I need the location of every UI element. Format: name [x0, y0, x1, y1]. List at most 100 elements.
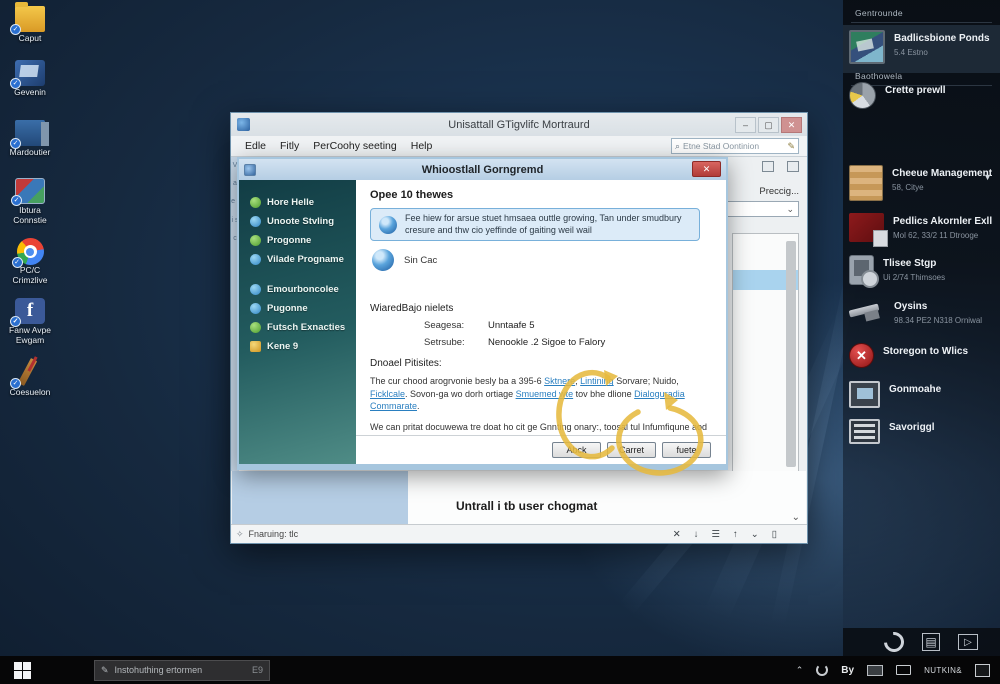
detail-row: Seagesa: Unntaafe 5	[370, 320, 712, 331]
bottom-text: Untrall i tb user chogmat	[456, 499, 597, 513]
nav-item[interactable]: Emourboncolee	[239, 280, 356, 299]
chrome-icon: ✓	[17, 238, 44, 265]
detail-value: Unntaafe 5	[488, 320, 534, 331]
desktop-icon-chrome[interactable]: ✓ PC/C Crimzlive	[2, 238, 58, 286]
chevron-down-icon: ⌄	[786, 204, 794, 215]
desktop-icon-caput[interactable]: ✓ Caput	[2, 6, 58, 44]
bottom-side-panel	[232, 471, 408, 525]
back-button[interactable]: Abck	[552, 442, 601, 458]
grid-icon[interactable]: ▤	[922, 633, 940, 651]
dialog-titlebar[interactable]: Whioostlall Gorngremd ✕	[239, 159, 726, 180]
check-badge-icon: ✓	[11, 195, 22, 206]
desktop-icon-label: Gevenin	[2, 88, 58, 98]
bullet-icon	[250, 235, 261, 246]
chevron-down-icon[interactable]: ▼	[983, 172, 992, 182]
detail-row: Setrsube: Nenookle .2 Sigoe to Falory	[370, 337, 712, 348]
sidebar-item-gonmoahe[interactable]: Gonmoahe	[843, 376, 1000, 410]
maximize-button[interactable]: ▢	[758, 117, 779, 133]
next-button[interactable]: fuete	[662, 442, 711, 458]
detail-value: Nenookle .2 Sigoe to Falory	[488, 337, 605, 348]
bullet-icon	[250, 322, 261, 333]
frame-icon[interactable]: ▯	[772, 529, 777, 540]
status-bar: ✧ Fnaruing: tlc ✕ ↓ ☰ ↑ ⌄ ▯	[231, 524, 807, 543]
close-small-icon[interactable]: ✕	[673, 529, 681, 540]
nav-item[interactable]: Hore Helle	[239, 193, 356, 212]
window-search-input[interactable]: ⌕ Etne Stad Oontinion ✎	[671, 138, 799, 154]
notification-icon[interactable]	[975, 664, 990, 677]
arrow-down-icon[interactable]: ↓	[694, 529, 699, 540]
nav-item[interactable]: Vilade Progname	[239, 250, 356, 269]
sync-icon[interactable]	[880, 628, 908, 656]
sidebar-item-savoriggl[interactable]: Savoriggl	[843, 414, 1000, 446]
section-heading: Dnoael Pitisites:	[370, 358, 712, 369]
desktop-icon-label: Caput	[2, 34, 58, 44]
list-icon[interactable]: ☰	[712, 529, 721, 540]
start-button[interactable]	[0, 656, 44, 684]
status-text: Fnaruing: tlc	[249, 529, 299, 539]
cancel-button[interactable]: Carret	[607, 442, 656, 458]
sidebar-item-storegon[interactable]: ✕ Storegon to Wlics	[843, 338, 1000, 370]
link[interactable]: Ficklcale	[370, 389, 405, 399]
minimize-button[interactable]: –	[735, 117, 756, 133]
book-icon: ✓	[15, 120, 45, 146]
display-icon[interactable]	[896, 665, 911, 675]
tray-clock[interactable]: NUTKIN&	[924, 666, 962, 675]
nav-item[interactable]: Kene 9	[239, 337, 356, 356]
taskbar-search-input[interactable]: ✎ Instohuthing ertormen E9	[94, 660, 270, 681]
folder-small-icon[interactable]	[787, 161, 799, 172]
sidebar-item-badlicsbione[interactable]: Badlicsbione Ponds 5.4 Estno	[843, 25, 1000, 73]
right-panel: Preccig... ⌄	[727, 161, 799, 217]
sidebar-item-pedlics[interactable]: Pedlics Akornler Exll Mol 62, 33/2 11 Dt…	[843, 208, 1000, 248]
menu-item-settings[interactable]: PerCoohy seeting	[313, 140, 396, 152]
taskbar-search-value: Instohuthing ertormen	[115, 665, 203, 675]
chevron-up-icon[interactable]: ⌃	[796, 665, 804, 676]
chevron-down-icon[interactable]: ⌄	[751, 529, 759, 540]
panel-dropdown[interactable]: ⌄	[727, 201, 799, 217]
sidebar-item-crette[interactable]: Crette prewll	[843, 77, 1000, 111]
bullet-icon	[250, 284, 261, 295]
nav-item[interactable]: Unoote Stvling	[239, 212, 356, 231]
desktop-icon-mardoutier[interactable]: ✓ Mardoutier	[2, 120, 58, 158]
sidebar-item-tlisee[interactable]: Tlisee Stgp Ui 2/74 Thimsoes	[843, 250, 1000, 290]
close-button[interactable]: ✕	[781, 117, 802, 133]
tray-text[interactable]: By	[841, 665, 854, 676]
menu-item-help[interactable]: Help	[411, 140, 433, 152]
facebook-icon: f✓	[15, 298, 45, 324]
check-badge-icon: ✓	[10, 24, 21, 35]
dialog-close-button[interactable]: ✕	[692, 161, 721, 177]
panel-scrollbar[interactable]	[786, 241, 796, 467]
desktop-icon-gevenin[interactable]: ✓ Gevenin	[2, 60, 58, 98]
photos-tray-icon[interactable]	[867, 665, 883, 676]
nav-item[interactable]: Futsch Exnacties	[239, 318, 356, 337]
section-heading: WiaredBajo nielets	[370, 303, 712, 314]
dialog-content: Opee 10 thewes Fee hiew for arsue stuet …	[356, 180, 726, 464]
sidebar-section-header: Gentrounde	[855, 8, 988, 18]
link[interactable]: Smuemed wte	[516, 389, 574, 399]
app-icon: ✓	[15, 60, 45, 86]
desktop-icon-ibtura[interactable]: ✓ Ibtura Connstie	[2, 178, 58, 226]
play-icon[interactable]: ▷	[958, 634, 978, 650]
info-box: Fee hiew for arsue stuet hmsaea outtle g…	[370, 208, 700, 241]
bullet-icon	[250, 197, 261, 208]
scroll-down-icon[interactable]: ⌄	[792, 512, 800, 523]
sidebar-item-oysins[interactable]: Oysins 98.34 PE2 N318 Orniwal	[843, 293, 1000, 333]
paragraph: The cur chood arogrvonie besly ba a 395-…	[370, 375, 712, 411]
link[interactable]: Lintining	[580, 376, 614, 386]
web-item[interactable]: Sin Cac	[372, 249, 712, 271]
dialog-nav: Hore Helle Unoote Stvling Progonne Vilad…	[239, 180, 356, 464]
detail-label: Seagesa:	[424, 320, 488, 331]
desktop-icon-facebook[interactable]: f✓ Fanw Avpe Ewgam	[2, 298, 58, 346]
sidebar-item-cheeue[interactable]: Cheeue Management 58, Citye ▼	[843, 160, 1000, 204]
nav-item[interactable]: Progonne	[239, 231, 356, 250]
check-badge-icon: ✓	[10, 316, 21, 327]
desktop-icon-label: Fanw Avpe Ewgam	[2, 326, 58, 346]
menu-item-edit[interactable]: Edle	[245, 140, 266, 152]
link[interactable]: Sktnere	[544, 376, 575, 386]
desktop-icon-coesuelon[interactable]: ✓ Coesuelon	[2, 360, 58, 398]
menu-item-file[interactable]: Fitly	[280, 140, 299, 152]
window-titlebar[interactable]: Unisattall GTigvlifc Mortraurd – ▢ ✕	[231, 113, 807, 136]
arrow-up-icon[interactable]: ↑	[733, 529, 738, 540]
page-icon[interactable]	[762, 161, 774, 172]
update-icon[interactable]	[816, 664, 828, 676]
nav-item[interactable]: Pugonne	[239, 299, 356, 318]
